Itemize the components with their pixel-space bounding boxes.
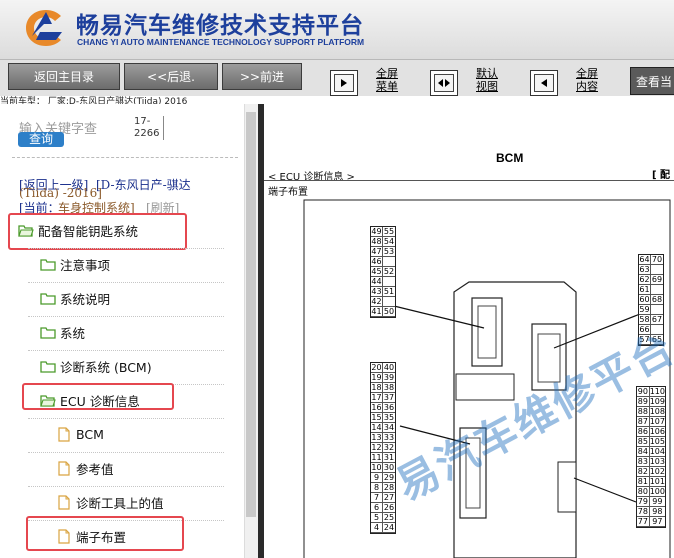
connector-bottom-left: 20 40 19 39 18 38 17 37 16 36 15 35 14 34 13 33 …: [370, 362, 396, 534]
tree-item-reference-values[interactable]: 参考值: [58, 454, 114, 482]
home-button[interactable]: 返回主目录: [8, 63, 120, 90]
row-separator: [28, 418, 224, 419]
folder-icon: [40, 258, 56, 271]
brand-subtitle: CHANG YI AUTO MAINTENANCE TECHNOLOGY SUP…: [77, 37, 365, 47]
tree-item-system-description[interactable]: 系统说明: [40, 284, 110, 312]
brand-logo-icon: [26, 10, 62, 46]
row-separator: [28, 316, 224, 317]
folder-icon: [40, 326, 56, 339]
document-icon: [58, 426, 70, 442]
tree-item-label: 诊断系统 (BCM): [60, 359, 152, 375]
row-separator: [28, 350, 224, 351]
row-separator: [28, 452, 224, 453]
tree-item-label: 诊断工具上的值: [76, 495, 164, 511]
highlight-box: [22, 383, 174, 410]
back-button[interactable]: <<后退.: [124, 63, 218, 90]
tree-item-label: BCM: [76, 426, 104, 442]
fullscreen-menu-icon[interactable]: [330, 70, 358, 96]
tree-item-label: 注意事项: [60, 257, 111, 273]
folder-icon: [40, 292, 56, 305]
toolbar: 返回主目录 <<后退. >>前进 全屏 菜单 默认 视图 全屏 内容: [0, 60, 674, 96]
tree-item-label: 系统说明: [60, 291, 111, 307]
forward-button[interactable]: >>前进: [222, 63, 302, 90]
tree-item-bcm[interactable]: BCM: [58, 420, 104, 448]
view-current-button[interactable]: 查看当: [630, 67, 674, 95]
highlight-box: [8, 213, 187, 250]
divider: [12, 157, 238, 158]
breadcrumb-model-link[interactable]: [D-东风日产-骐达: [96, 176, 191, 193]
connector-top-left: 49 55 48 54 47 53 46 45 52 44 43 51 42 41 50: [370, 226, 396, 318]
tree-item-precautions[interactable]: 注意事项: [40, 250, 110, 278]
document-icon: [58, 494, 70, 510]
folder-icon: [40, 360, 56, 373]
default-view-icon[interactable]: [430, 70, 458, 96]
app-window: 畅易汽车维修技术支持平台 CHANG YI AUTO MAINTENANCE T…: [0, 0, 674, 558]
highlight-box: [26, 516, 184, 551]
document-rule: [264, 180, 674, 181]
tree-item-label: 参考值: [76, 461, 114, 477]
sidebar-scrollbar-thumb[interactable]: [246, 112, 256, 517]
row-separator: [28, 282, 224, 283]
row-separator: [28, 486, 224, 487]
search-button[interactable]: 查询: [18, 132, 64, 147]
fullscreen-menu-link[interactable]: 全屏 菜单: [376, 67, 398, 93]
search-count: 17- 2266: [134, 116, 165, 140]
tree-item-label: 系统: [60, 325, 86, 341]
fullscreen-content-link[interactable]: 全屏 内容: [576, 67, 598, 93]
connector-bottom-right: 90 110 89 109 88 108 87 107 86 106 85 105 84 10…: [636, 386, 666, 528]
document-viewer: BCM [ 配 < ECU 诊断信息 > 端子布置 49 55 48 54 47…: [264, 104, 674, 558]
document-ref-mark: [ 配: [652, 170, 671, 181]
header: 畅易汽车维修技术支持平台 CHANG YI AUTO MAINTENANCE T…: [0, 0, 674, 60]
row-separator: [28, 248, 224, 249]
tree-item-system[interactable]: 系统: [40, 318, 85, 346]
default-view-link[interactable]: 默认 视图: [476, 67, 498, 93]
brand-title: 畅易汽车维修技术支持平台: [76, 13, 364, 39]
breadcrumb-model-cont[interactable]: (Tiida) -2016]: [19, 186, 102, 200]
tree-item-diagnosis-bcm[interactable]: 诊断系统 (BCM): [40, 352, 152, 380]
document-title: BCM: [496, 151, 524, 165]
tree-item-tool-values[interactable]: 诊断工具上的值: [58, 488, 164, 516]
fullscreen-content-icon[interactable]: [530, 70, 558, 96]
document-icon: [58, 460, 70, 476]
